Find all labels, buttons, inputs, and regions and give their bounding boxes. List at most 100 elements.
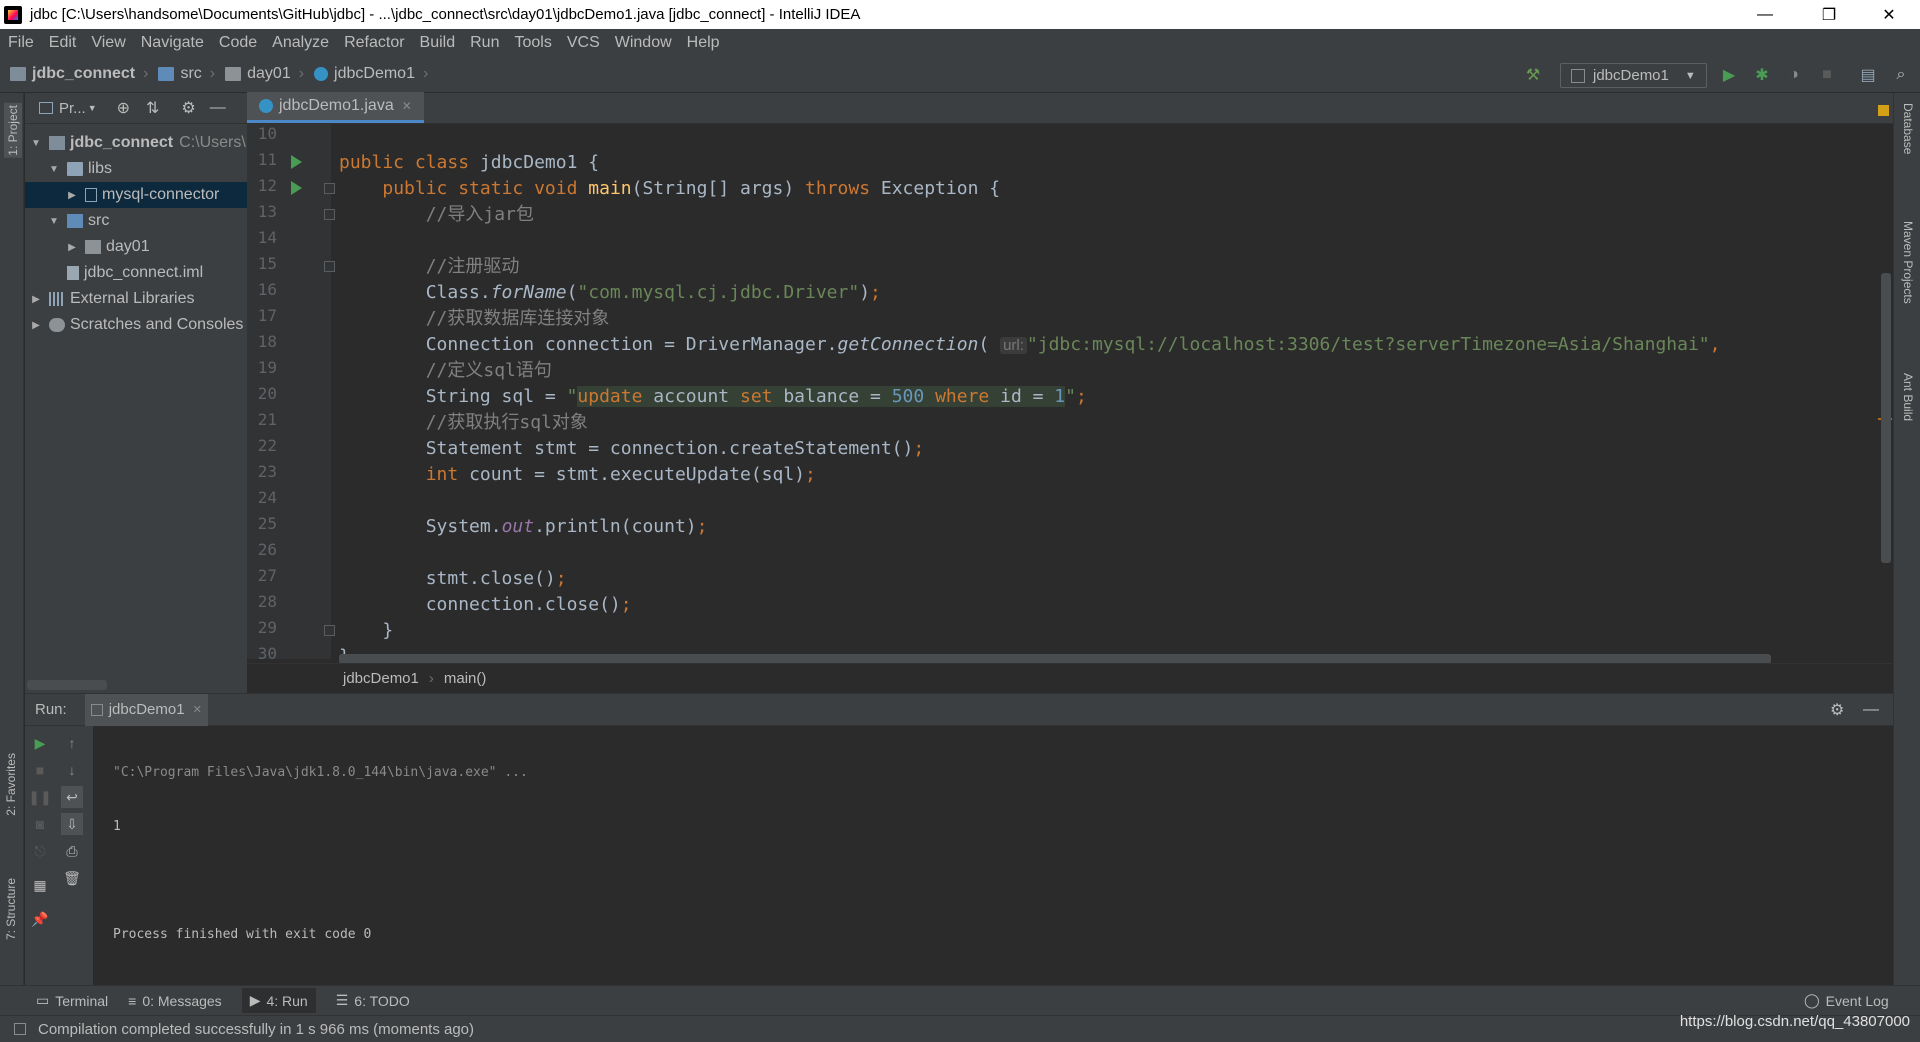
menu-help[interactable]: Help bbox=[687, 34, 720, 52]
expand-arrow-icon[interactable]: ▼ bbox=[47, 216, 61, 227]
project-horizontal-scrollbar[interactable] bbox=[27, 680, 107, 690]
debug-icon[interactable]: ✱ bbox=[1751, 64, 1773, 86]
rerun-icon[interactable]: ▶ bbox=[29, 732, 51, 754]
breadcrumb-src[interactable]: src › bbox=[158, 65, 215, 83]
menu-refactor[interactable]: Refactor bbox=[344, 34, 404, 52]
line-number: 19 bbox=[257, 358, 277, 377]
run-gutter-icon[interactable] bbox=[291, 181, 302, 195]
close-tab-icon[interactable]: ✕ bbox=[193, 703, 202, 716]
maven-tool-tab[interactable]: Maven Projects bbox=[1901, 221, 1915, 304]
console-output[interactable]: "C:\Program Files\Java\jdk1.8.0_144\bin\… bbox=[113, 728, 528, 980]
event-log-button[interactable]: ◯ Event Log bbox=[1804, 992, 1889, 1009]
tab-jdbcdemo1-java[interactable]: jdbcDemo1.java ✕ bbox=[247, 92, 424, 123]
tree-label: src bbox=[88, 212, 110, 229]
tree-item-iml[interactable]: jdbc_connect.iml bbox=[25, 260, 247, 286]
tree-item-external-libraries[interactable]: ▶ External Libraries bbox=[25, 286, 247, 312]
project-view-select[interactable]: Pr... bbox=[59, 100, 86, 117]
soft-wrap-icon[interactable]: ↩ bbox=[61, 786, 83, 808]
close-tab-icon[interactable]: ✕ bbox=[402, 99, 412, 113]
tree-item-scratches[interactable]: ▶ Scratches and Consoles bbox=[25, 312, 247, 338]
run-gutter-icon[interactable] bbox=[291, 155, 302, 169]
iml-file-icon bbox=[67, 266, 79, 280]
tool-tab-terminal[interactable]: ▭ Terminal bbox=[36, 992, 108, 1009]
collapse-all-icon[interactable]: ⇅ bbox=[146, 98, 159, 118]
menu-tools[interactable]: Tools bbox=[514, 34, 551, 52]
coverage-icon[interactable]: ◑ bbox=[1783, 64, 1805, 86]
collapse-arrow-icon[interactable]: ▶ bbox=[65, 190, 79, 201]
gear-icon[interactable]: ⚙ bbox=[1830, 700, 1844, 720]
collapse-arrow-icon[interactable]: ▶ bbox=[29, 320, 43, 331]
menu-code[interactable]: Code bbox=[219, 34, 257, 52]
gear-icon[interactable]: ⚙ bbox=[181, 98, 195, 118]
collapse-arrow-icon[interactable]: ▶ bbox=[29, 294, 43, 305]
tree-item-libs[interactable]: ▼ libs bbox=[25, 156, 247, 182]
run-icon[interactable]: ▶ bbox=[1718, 64, 1740, 86]
camera-icon[interactable]: ◙ bbox=[29, 813, 51, 835]
tool-tab-todo[interactable]: ☰ 6: TODO bbox=[336, 992, 410, 1009]
title-bar: jdbc [C:\Users\handsome\Documents\GitHub… bbox=[0, 0, 1920, 29]
line-number: 18 bbox=[257, 332, 277, 351]
fold-icon[interactable] bbox=[324, 261, 335, 272]
menu-run[interactable]: Run bbox=[470, 34, 499, 52]
menu-file[interactable]: File bbox=[8, 34, 34, 52]
breadcrumb-package[interactable]: day01 › bbox=[225, 65, 304, 83]
project-tool-tab[interactable]: 1: Project bbox=[4, 103, 22, 158]
tool-tab-messages[interactable]: ≡ 0: Messages bbox=[128, 993, 222, 1009]
status-panel-icon[interactable] bbox=[14, 1023, 26, 1035]
build-hammer-icon[interactable]: ⚒ bbox=[1522, 64, 1544, 86]
expand-arrow-icon[interactable]: ▼ bbox=[29, 138, 43, 149]
exit-icon[interactable]: ⎋ bbox=[29, 840, 51, 862]
fold-icon[interactable] bbox=[324, 209, 335, 220]
scroll-to-end-icon[interactable]: ⇩ bbox=[61, 813, 83, 835]
project-structure-icon[interactable]: ▤ bbox=[1857, 64, 1879, 86]
inspection-status-icon[interactable] bbox=[1878, 105, 1889, 116]
pause-icon[interactable]: ❚❚ bbox=[28, 786, 51, 808]
ant-build-tool-tab[interactable]: Ant Build bbox=[1901, 373, 1915, 421]
tree-item-src[interactable]: ▼ src bbox=[25, 208, 247, 234]
code-line-27: stmt.close(); bbox=[339, 568, 567, 589]
layout-icon[interactable]: ▦ bbox=[29, 874, 51, 896]
stop-icon[interactable]: ■ bbox=[1816, 64, 1838, 86]
tree-item-mysql-connector[interactable]: ▶ mysql-connector bbox=[25, 182, 247, 208]
tree-item-jdbc-connect[interactable]: ▼ jdbc_connect C:\Users\ bbox=[25, 130, 247, 156]
database-tool-tab[interactable]: Database bbox=[1901, 103, 1915, 154]
menu-edit[interactable]: Edit bbox=[49, 34, 77, 52]
stop-icon[interactable]: ■ bbox=[29, 759, 51, 781]
up-arrow-icon[interactable]: ↑ bbox=[61, 732, 83, 754]
down-arrow-icon[interactable]: ↓ bbox=[61, 759, 83, 781]
breadcrumb-class[interactable]: jdbcDemo1 bbox=[343, 670, 419, 687]
menu-build[interactable]: Build bbox=[420, 34, 456, 52]
search-icon[interactable]: ⌕ bbox=[1890, 64, 1912, 86]
minimize-button[interactable]: — bbox=[1742, 0, 1788, 29]
run-config-select[interactable]: jdbcDemo1 ▼ bbox=[1560, 63, 1707, 88]
pin-icon[interactable]: 📌 bbox=[29, 908, 51, 930]
locate-icon[interactable]: ⊕ bbox=[117, 98, 130, 118]
code-text[interactable]: public class jdbcDemo1 { public static v… bbox=[339, 124, 1879, 659]
menu-window[interactable]: Window bbox=[615, 34, 672, 52]
favorites-tool-tab[interactable]: 2: Favorites bbox=[4, 753, 18, 816]
menu-view[interactable]: View bbox=[91, 34, 125, 52]
run-tab-jdbcdemo1[interactable]: jdbcDemo1 ✕ bbox=[84, 693, 208, 726]
fold-icon[interactable] bbox=[324, 183, 335, 194]
breadcrumb-class[interactable]: jdbcDemo1 › bbox=[314, 65, 428, 83]
hide-icon[interactable]: — bbox=[210, 99, 226, 117]
tree-item-day01[interactable]: ▶ day01 bbox=[25, 234, 247, 260]
expand-arrow-icon[interactable]: ▼ bbox=[47, 164, 61, 175]
trash-icon[interactable]: 🗑 bbox=[61, 867, 83, 889]
fold-icon[interactable] bbox=[324, 625, 335, 636]
print-icon[interactable]: ⎙ bbox=[61, 840, 83, 862]
breadcrumb-method[interactable]: main() bbox=[444, 670, 487, 687]
structure-tool-tab[interactable]: 7: Structure bbox=[4, 878, 18, 940]
breadcrumb-module[interactable]: jdbc_connect › bbox=[10, 65, 148, 83]
line-number: 21 bbox=[257, 410, 277, 429]
restore-button[interactable]: ❐ bbox=[1806, 0, 1852, 29]
menu-vcs[interactable]: VCS bbox=[567, 34, 600, 52]
editor-vertical-scrollbar[interactable] bbox=[1881, 273, 1891, 563]
hide-icon[interactable]: — bbox=[1863, 701, 1879, 719]
tool-tab-run[interactable]: ▶ 4: Run bbox=[241, 988, 316, 1013]
menu-analyze[interactable]: Analyze bbox=[272, 34, 329, 52]
collapse-arrow-icon[interactable]: ▶ bbox=[65, 242, 79, 253]
close-button[interactable]: ✕ bbox=[1866, 0, 1912, 29]
menu-navigate[interactable]: Navigate bbox=[141, 34, 204, 52]
